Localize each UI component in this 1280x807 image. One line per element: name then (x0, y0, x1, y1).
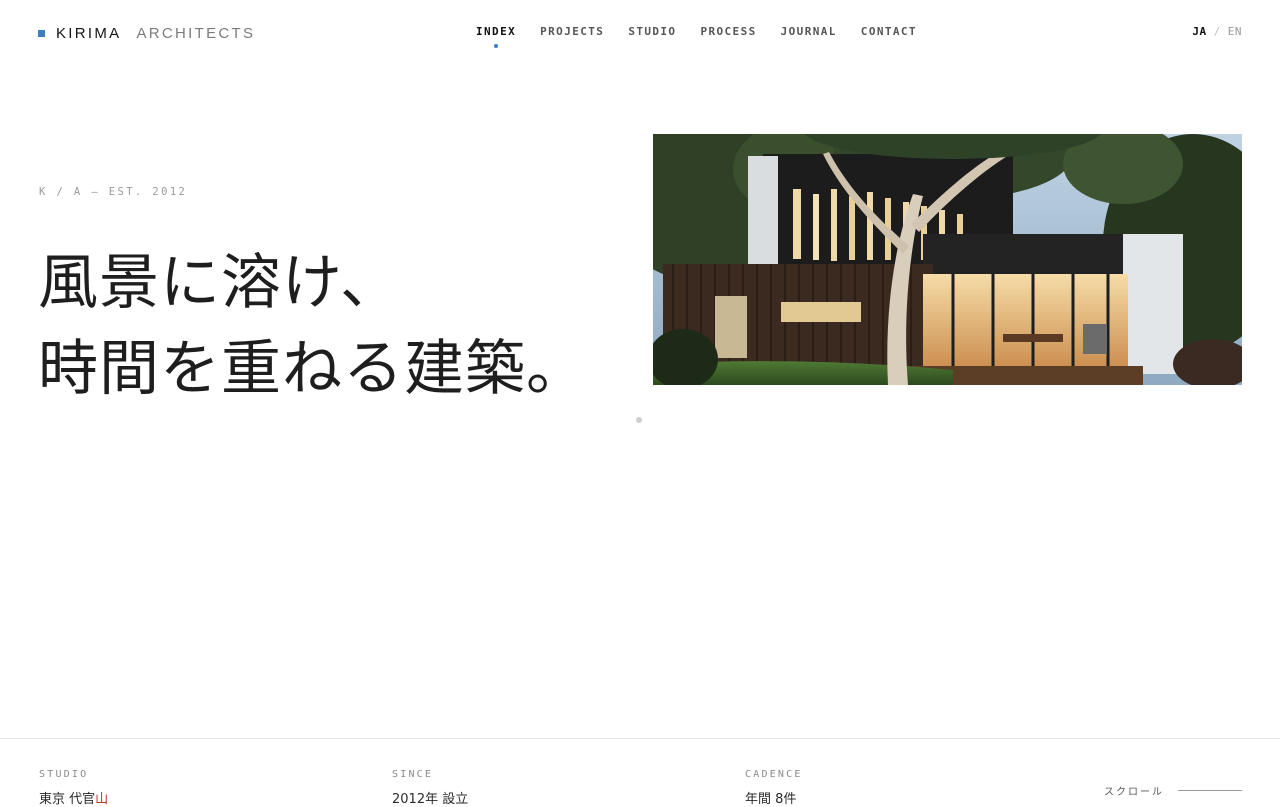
nav-item-label: PROCESS (700, 25, 757, 38)
stat-label: SINCE (392, 769, 434, 780)
logo[interactable]: KIRIMA ARCHITECTS (38, 22, 255, 44)
nav-item-studio[interactable]: STUDIO (628, 24, 676, 40)
nav-item-label: PROJECTS (540, 25, 605, 38)
nav-item-label: INDEX (476, 25, 517, 38)
nav-item-contact[interactable]: CONTACT (861, 24, 917, 40)
nav-item-label: JOURNAL (780, 25, 837, 38)
lang-ja-button[interactable]: JA (1192, 25, 1206, 38)
nav-item-label: CONTACT (860, 25, 917, 38)
hero-headline: 風景に溶け、 時間を重ねる建築。 (38, 240, 638, 412)
lang-separator: / (1213, 25, 1221, 38)
logo-mark-icon (38, 29, 45, 37)
hero-headline-line2: 時間を重ねる建築。 (38, 334, 587, 404)
nav-item-process[interactable]: PROCESS (700, 24, 756, 40)
stat-studio: STUDIO 東京 代官山 (39, 769, 108, 807)
stat-value: 年間 8件 (745, 792, 797, 807)
lang-en-button[interactable]: EN (1228, 25, 1242, 38)
carousel-dot[interactable] (636, 417, 642, 423)
stat-value: 2012年 設立 (392, 792, 469, 807)
stats-strip: STUDIO 東京 代官山 SINCE 2012年 設立 CADENCE 年間 … (0, 738, 1280, 807)
scroll-line-icon (1178, 790, 1242, 791)
nav-item-journal[interactable]: JOURNAL (781, 24, 837, 40)
language-switcher: JA / EN (1192, 25, 1242, 39)
stat-cadence: CADENCE 年間 8件 (745, 769, 803, 807)
nav-item-label: STUDIO (628, 25, 677, 38)
stat-label: STUDIO (39, 769, 89, 780)
logo-subtitle: ARCHITECTS (136, 24, 256, 42)
scroll-label: スクロール (1104, 787, 1164, 798)
logo-name: KIRIMA (56, 24, 122, 42)
hero-headline-line1: 風景に溶け、 (38, 248, 401, 318)
house-photo-icon (653, 134, 1242, 385)
stat-value: 東京 代官山 (39, 788, 108, 807)
nav-item-index[interactable]: INDEX (476, 24, 517, 48)
scroll-hint[interactable]: スクロール (1104, 783, 1242, 798)
stat-label: CADENCE (745, 769, 803, 780)
stat-since: SINCE 2012年 設立 (392, 769, 468, 807)
active-indicator-dot-icon (494, 44, 499, 48)
hero-eyebrow: K / A — EST. 2012 (39, 186, 188, 198)
site-header: KIRIMA ARCHITECTS INDEX PROJECTS STUDIO … (0, 0, 1280, 64)
nav-item-projects[interactable]: PROJECTS (540, 24, 604, 40)
main-nav: INDEX PROJECTS STUDIO PROCESS JOURNAL CO… (476, 24, 941, 48)
